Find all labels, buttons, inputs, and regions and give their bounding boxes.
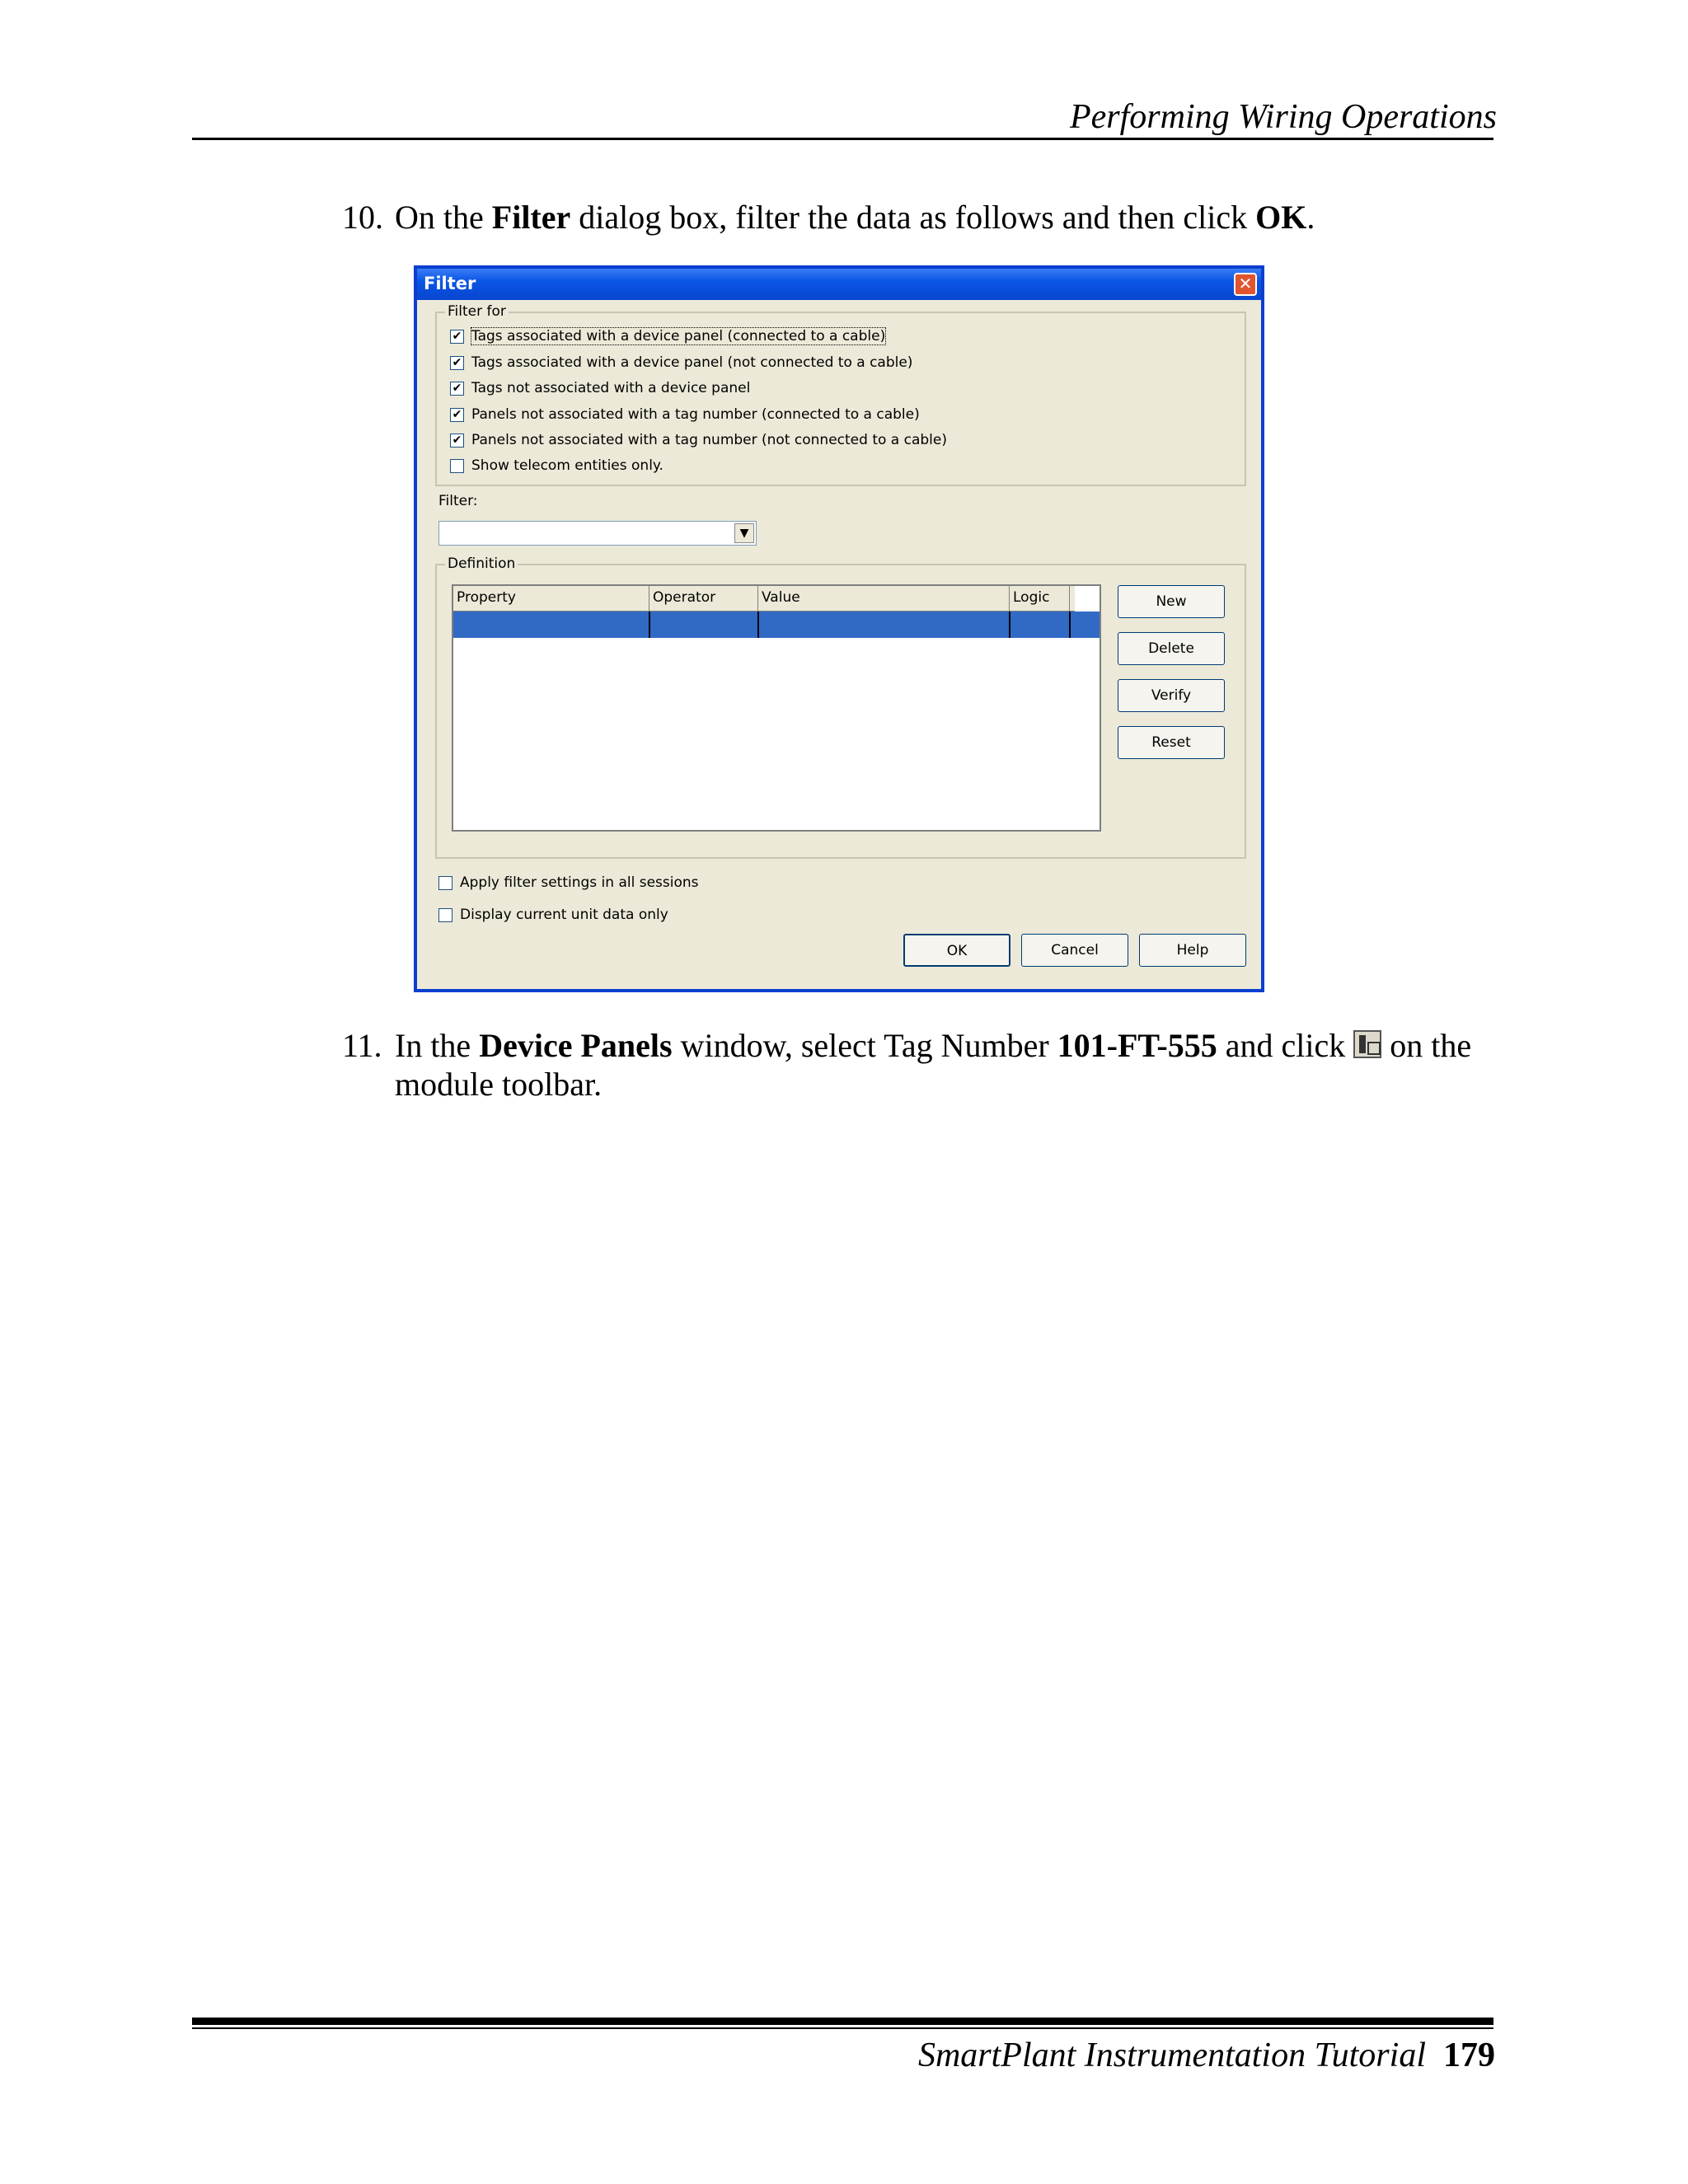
option-label: Display current unit data only xyxy=(460,907,668,923)
definition-grid[interactable]: Property Operator Value Logic xyxy=(452,584,1101,832)
option-label: Tags associated with a device panel (not… xyxy=(471,354,913,371)
option-label: Panels not associated with a tag number … xyxy=(471,406,920,423)
checkbox[interactable] xyxy=(438,876,452,890)
step-number: 10. xyxy=(342,199,383,236)
step-number: 11. xyxy=(342,1027,382,1064)
footer-title: SmartPlant Instrumentation Tutorial xyxy=(917,2036,1426,2074)
grid-header: Property Operator Value Logic xyxy=(453,586,1075,612)
cancel-button[interactable]: Cancel xyxy=(1021,934,1128,967)
dialog-name: Filter xyxy=(491,199,571,236)
window-name: Device Panels xyxy=(479,1027,673,1064)
new-button[interactable]: New xyxy=(1118,585,1225,618)
option-label: Apply filter settings in all sessions xyxy=(460,874,699,891)
chevron-down-icon[interactable]: ▼ xyxy=(734,523,754,543)
group-label: Definition xyxy=(445,555,518,572)
option-label: Tags not associated with a device panel xyxy=(471,380,751,396)
cell-divider xyxy=(1009,612,1010,638)
ok-button[interactable]: OK xyxy=(903,934,1010,967)
ok-reference: OK xyxy=(1255,199,1307,236)
filter-select[interactable]: ▼ xyxy=(438,521,757,546)
checkbox[interactable]: ✔ xyxy=(450,330,464,344)
footer-rule-thin xyxy=(192,2027,1493,2029)
checkbox[interactable]: ✔ xyxy=(450,434,464,448)
column-header-value[interactable]: Value xyxy=(758,586,1010,611)
option-label: Panels not associated with a tag number … xyxy=(471,432,947,448)
dialog-title: Filter xyxy=(424,274,476,293)
cell-divider xyxy=(1069,612,1071,638)
filter-label: Filter: xyxy=(438,493,478,509)
tag-number: 101-FT-555 xyxy=(1057,1027,1217,1064)
help-button[interactable]: Help xyxy=(1139,934,1246,967)
table-row[interactable] xyxy=(453,612,1100,638)
group-label: Filter for xyxy=(445,303,509,320)
cell-divider xyxy=(757,612,759,638)
device-panel-toolbar-icon xyxy=(1353,1030,1382,1058)
step-text: In the Device Panels window, select Tag … xyxy=(395,1027,1472,1103)
dialog-titlebar[interactable]: Filter ✕ xyxy=(417,269,1261,300)
filter-dialog: Filter ✕ Filter for ✔ Tags associated wi… xyxy=(414,265,1264,992)
checkbox[interactable] xyxy=(438,908,452,922)
footer: SmartPlant Instrumentation Tutorial 179 xyxy=(918,2036,1495,2075)
checkbox[interactable]: ✔ xyxy=(450,408,464,422)
header-rule xyxy=(192,138,1493,140)
option-label: Show telecom entities only. xyxy=(471,457,663,474)
column-header-property[interactable]: Property xyxy=(453,586,649,611)
checkbox[interactable]: ✔ xyxy=(450,382,464,396)
step-text: On the Filter dialog box, filter the dat… xyxy=(395,199,1315,236)
cell-divider xyxy=(649,612,650,638)
verify-button[interactable]: Verify xyxy=(1118,679,1225,712)
page-number: 179 xyxy=(1443,2036,1495,2074)
checkbox[interactable] xyxy=(450,459,464,473)
column-header-operator[interactable]: Operator xyxy=(649,586,758,611)
reset-button[interactable]: Reset xyxy=(1118,726,1225,759)
column-header-logic[interactable]: Logic xyxy=(1010,586,1070,611)
checkbox[interactable]: ✔ xyxy=(450,356,464,370)
delete-button[interactable]: Delete xyxy=(1118,632,1225,665)
close-icon[interactable]: ✕ xyxy=(1234,273,1257,296)
filter-for-group: Filter for ✔ Tags associated with a devi… xyxy=(435,303,1246,486)
running-header: Performing Wiring Operations xyxy=(1069,98,1497,136)
footer-rule xyxy=(192,2018,1493,2025)
option-label: Tags associated with a device panel (con… xyxy=(470,327,887,345)
